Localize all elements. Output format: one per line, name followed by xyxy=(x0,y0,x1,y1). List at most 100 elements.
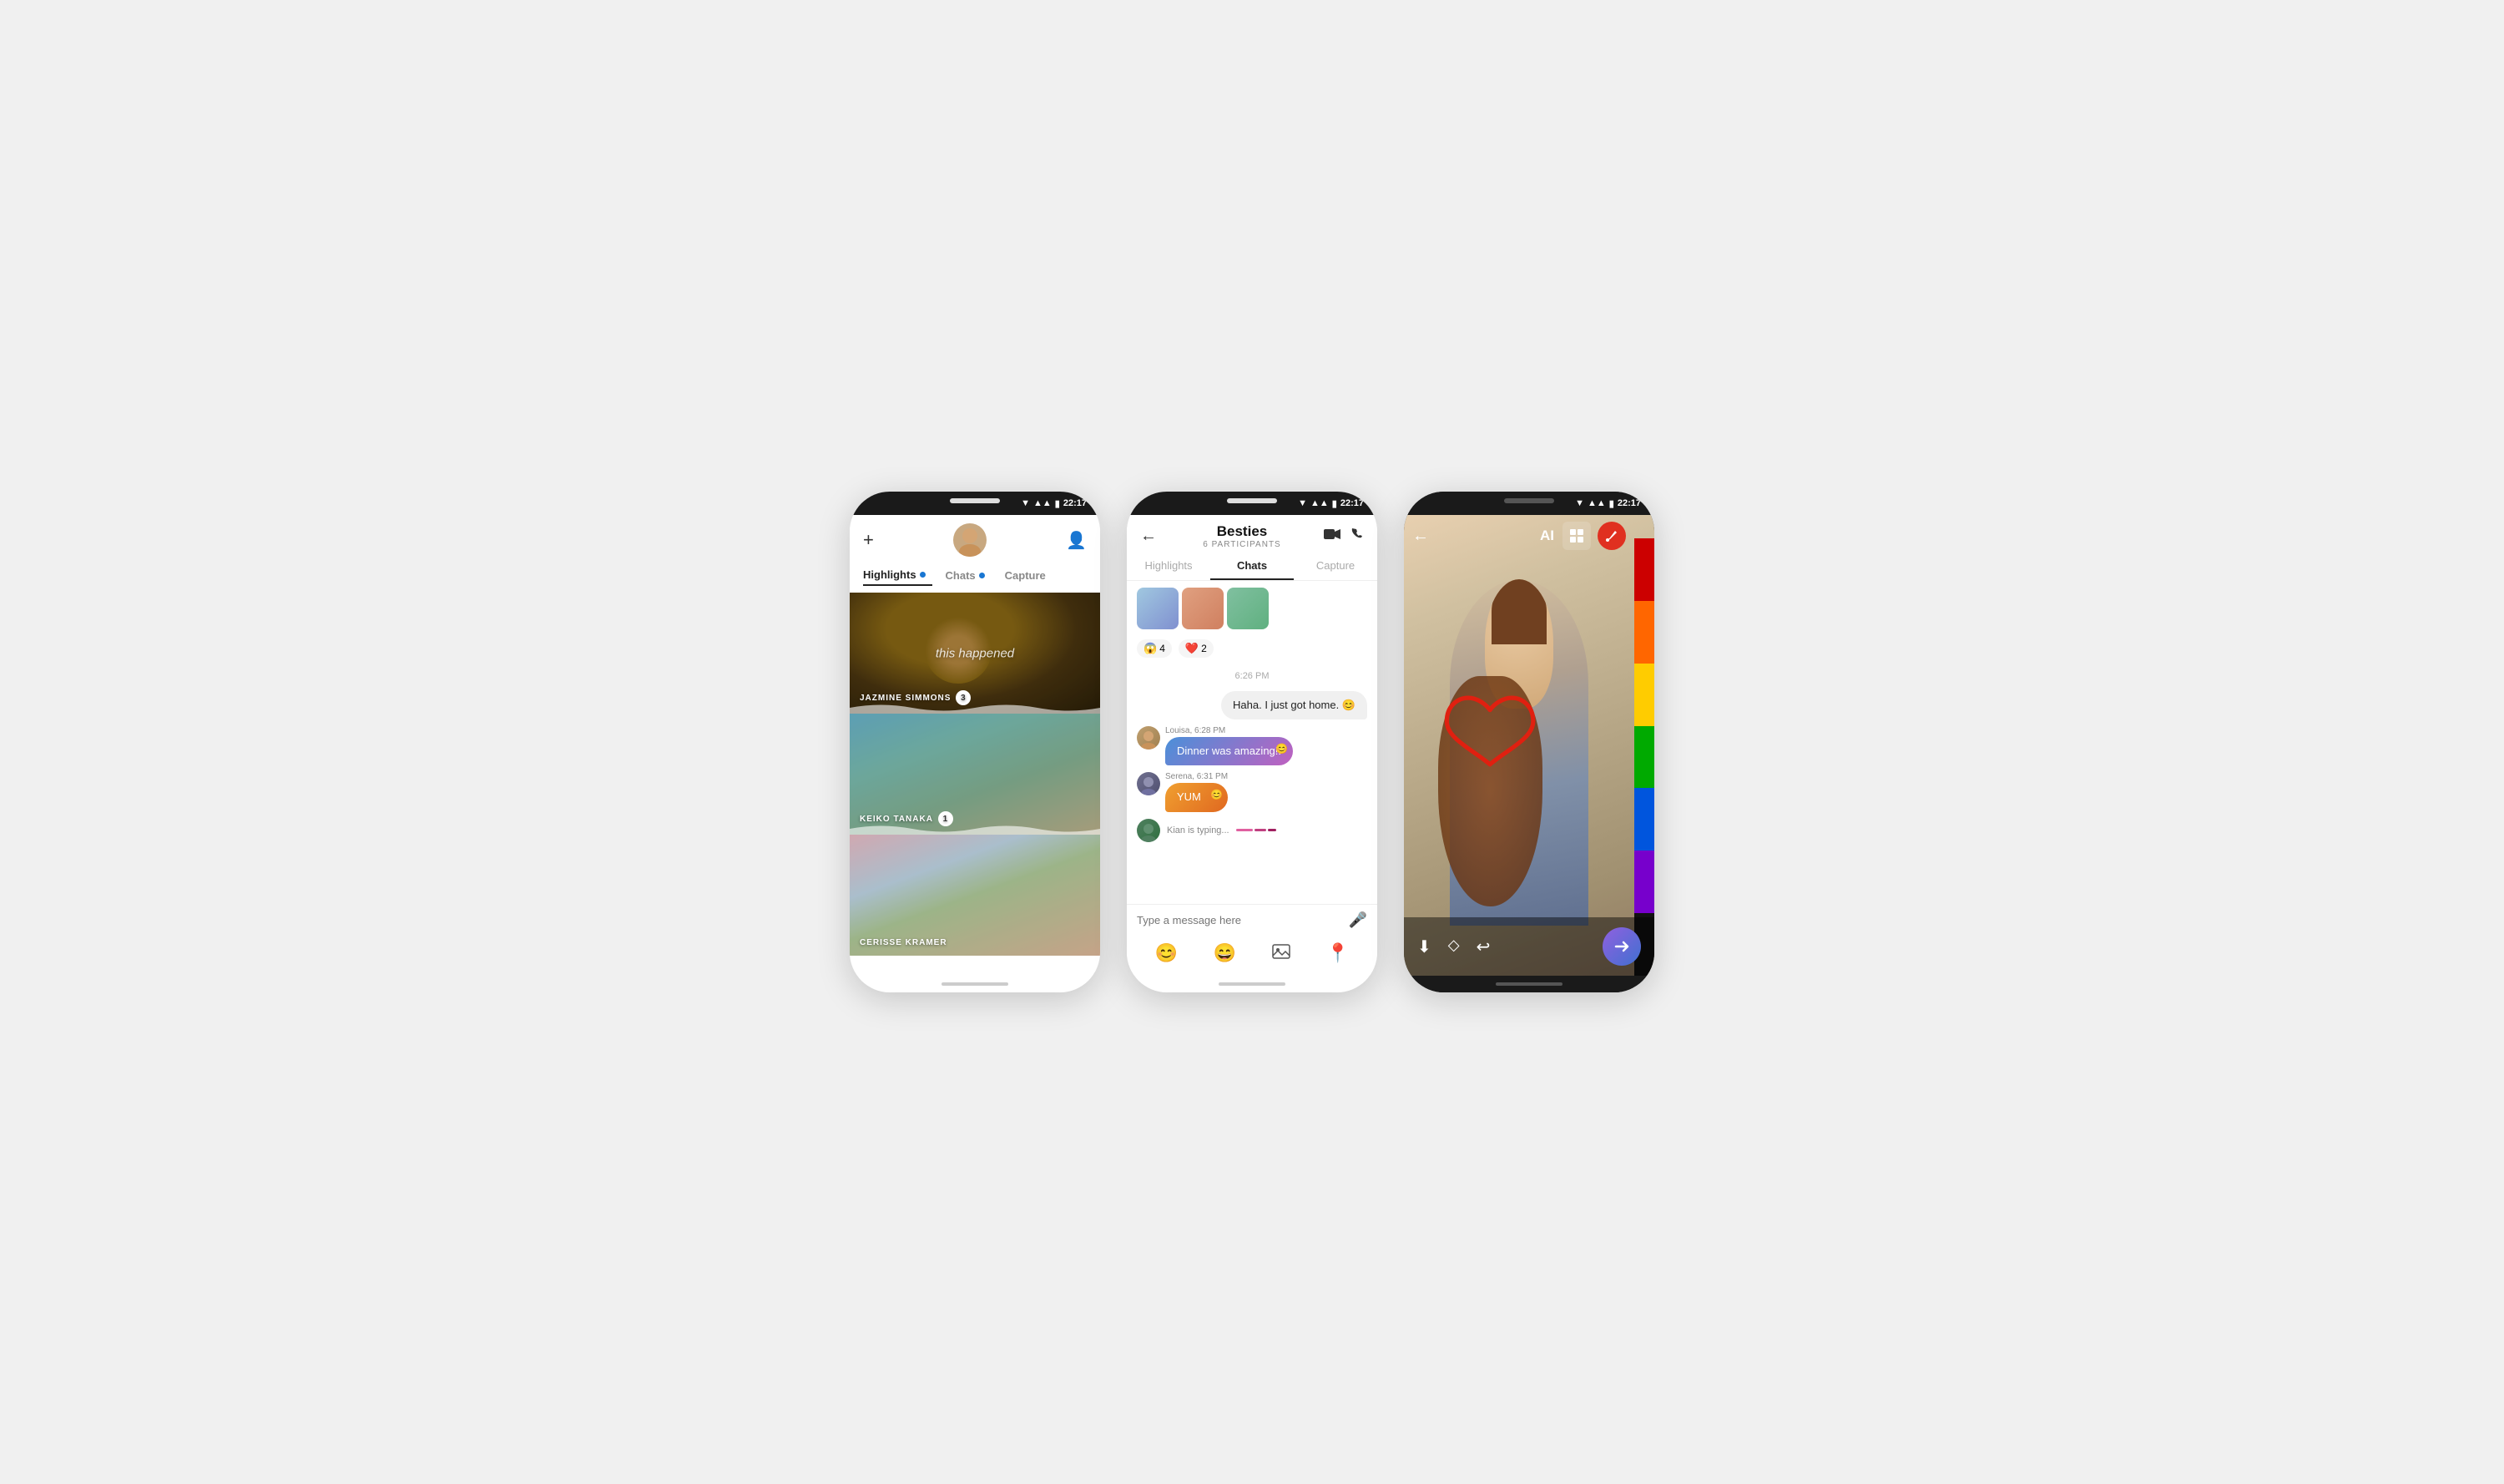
highlights-list: this happened JAZMINE SIMMONS 3 KEIKO TA… xyxy=(850,593,1100,976)
voice-call-button[interactable] xyxy=(1350,527,1364,545)
brush-button[interactable] xyxy=(1598,522,1626,550)
typing-text: Kian is typing... xyxy=(1167,825,1229,835)
color-red[interactable] xyxy=(1634,538,1654,601)
color-blue[interactable] xyxy=(1634,788,1654,851)
back-button-2[interactable]: ← xyxy=(1140,527,1157,546)
reaction-count-1: 4 xyxy=(1159,643,1165,654)
status-bar-1: ▼ ▲▲ ▮ 22:17 xyxy=(850,492,1100,515)
photo-view: ← AI ⬇ ◇ ↩ xyxy=(1404,515,1654,976)
status-bar-2: ▼ ▲▲ ▮ 22:17 xyxy=(1127,492,1377,515)
sender-serena: Serena, 6:31 PM xyxy=(1165,772,1228,781)
location-button[interactable]: 📍 xyxy=(1326,942,1349,966)
status-bar-3: ▼ ▲▲ ▮ 22:17 xyxy=(1404,492,1654,515)
tab-highlights-1[interactable]: Highlights xyxy=(863,565,932,586)
color-purple[interactable] xyxy=(1634,851,1654,913)
chat-area: 😱 4 ❤️ 2 6:26 PM Haha. I just got home. … xyxy=(1127,581,1377,904)
phone-1: ▼ ▲▲ ▮ 22:17 + 👤 Highlights Chats Captur… xyxy=(850,492,1100,992)
phone3-bottom-controls: ⬇ ◇ ↩ xyxy=(1404,917,1654,976)
story-thumb-2[interactable] xyxy=(1182,588,1224,629)
tab-capture-2[interactable]: Capture xyxy=(1294,553,1377,580)
tab-highlights-2[interactable]: Highlights xyxy=(1127,553,1210,580)
phone-3: ▼ ▲▲ ▮ 22:17 xyxy=(1404,492,1654,992)
phone2-header: ← Besties 6 PARTICIPANTS xyxy=(1127,515,1377,553)
diamond-button[interactable]: ◇ xyxy=(1448,936,1460,957)
highlights-dot xyxy=(920,572,926,578)
home-indicator-2 xyxy=(1127,976,1377,992)
message-input-row: 🎤 xyxy=(1127,904,1377,936)
ai-label[interactable]: AI xyxy=(1540,527,1554,544)
typing-indicator: Kian is typing... xyxy=(1137,819,1367,842)
phone-notch-2 xyxy=(1227,498,1277,503)
phone3-overlay-header: ← AI xyxy=(1404,515,1634,557)
add-contact-button[interactable]: 👤 xyxy=(1066,530,1087,551)
phone-notch xyxy=(950,498,1000,503)
download-button[interactable]: ⬇ xyxy=(1417,936,1431,957)
story-thumbnails xyxy=(1137,588,1367,629)
reaction-2[interactable]: ❤️ 2 xyxy=(1179,639,1214,658)
sticker-button[interactable]: 😄 xyxy=(1214,942,1236,966)
highlight-name-2: KEIKO TANAKA xyxy=(860,815,933,824)
tab-capture-1[interactable]: Capture xyxy=(1005,565,1053,586)
bubble-serena: YUM 😊 xyxy=(1165,783,1228,811)
message-content-serena: Serena, 6:31 PM YUM 😊 xyxy=(1165,772,1228,811)
highlight-item-1[interactable]: this happened JAZMINE SIMMONS 3 xyxy=(850,593,1100,714)
color-orange[interactable] xyxy=(1634,601,1654,664)
signal-icon-3: ▼ xyxy=(1575,498,1584,508)
chat-subtitle: 6 PARTICIPANTS xyxy=(1167,540,1317,549)
wave-1 xyxy=(1236,829,1253,831)
back-button-3[interactable]: ← xyxy=(1412,527,1429,546)
microphone-icon[interactable]: 🎤 xyxy=(1349,911,1367,929)
message-left-1: Louisa, 6:28 PM Dinner was amazing!! 😊 xyxy=(1137,726,1293,765)
signal-icon: ▼ xyxy=(1021,498,1030,508)
home-bar-3 xyxy=(1496,982,1562,986)
image-button[interactable] xyxy=(1272,942,1290,966)
reaction-emoji-1: 😱 xyxy=(1143,642,1157,655)
color-yellow[interactable] xyxy=(1634,664,1654,726)
highlight-item-3[interactable]: CERISSE KRAMER xyxy=(850,835,1100,956)
network-icon: ▲▲ xyxy=(1033,498,1052,508)
time-display: 22:17 xyxy=(1063,498,1087,508)
wave-divider-2 xyxy=(850,823,1100,835)
network-icon-3: ▲▲ xyxy=(1588,498,1606,508)
avatar-kian xyxy=(1137,819,1160,842)
story-thumb-3[interactable] xyxy=(1227,588,1269,629)
reaction-emoji-2: ❤️ xyxy=(1185,642,1199,655)
add-button[interactable]: + xyxy=(863,529,874,551)
tab-chats-1[interactable]: Chats xyxy=(946,565,992,586)
bubble-smile-louisa: 😊 xyxy=(1275,742,1288,756)
status-icons-2: ▼ ▲▲ ▮ 22:17 xyxy=(1298,498,1364,509)
message-text-1: Haha. I just got home. 😊 xyxy=(1233,699,1355,711)
emoji-button[interactable]: 😊 xyxy=(1154,942,1177,966)
phone2-tabs: Highlights Chats Capture xyxy=(1127,553,1377,581)
user-avatar[interactable] xyxy=(953,523,987,557)
reaction-1[interactable]: 😱 4 xyxy=(1137,639,1172,658)
highlight-item-2[interactable]: KEIKO TANAKA 1 xyxy=(850,714,1100,835)
message-text-louisa: Dinner was amazing!! xyxy=(1177,745,1281,757)
home-indicator-1 xyxy=(850,976,1100,992)
battery-icon: ▮ xyxy=(1055,498,1060,509)
send-button-3[interactable] xyxy=(1603,927,1641,966)
phone-notch-3 xyxy=(1504,498,1554,503)
time-display-3: 22:17 xyxy=(1618,498,1641,508)
tab-chats-2[interactable]: Chats xyxy=(1210,553,1294,580)
message-input[interactable] xyxy=(1137,914,1342,926)
home-bar-1 xyxy=(942,982,1008,986)
bubble-louisa: Dinner was amazing!! 😊 xyxy=(1165,737,1293,765)
photo-content xyxy=(1404,515,1634,976)
status-icons-3: ▼ ▲▲ ▮ 22:17 xyxy=(1575,498,1641,509)
color-green[interactable] xyxy=(1634,726,1654,789)
avatar-serena xyxy=(1137,772,1160,795)
phone1-header: + 👤 xyxy=(850,515,1100,562)
timestamp-1: 6:26 PM xyxy=(1137,671,1367,681)
video-call-button[interactable] xyxy=(1324,527,1340,545)
undo-button[interactable]: ↩ xyxy=(1477,936,1491,957)
network-icon-2: ▲▲ xyxy=(1310,498,1329,508)
bottom-left-icons: ⬇ ◇ ↩ xyxy=(1417,936,1490,957)
phone-2: ▼ ▲▲ ▮ 22:17 ← Besties 6 PARTICIPANTS Hi… xyxy=(1127,492,1377,992)
grid-view-button[interactable] xyxy=(1562,522,1591,550)
message-right-1: Haha. I just got home. 😊 xyxy=(1221,691,1367,719)
story-thumb-1[interactable] xyxy=(1137,588,1179,629)
highlight-name-1: JAZMINE SIMMONS xyxy=(860,694,951,703)
reactions-row: 😱 4 ❤️ 2 xyxy=(1137,639,1367,658)
home-bar-2 xyxy=(1219,982,1285,986)
